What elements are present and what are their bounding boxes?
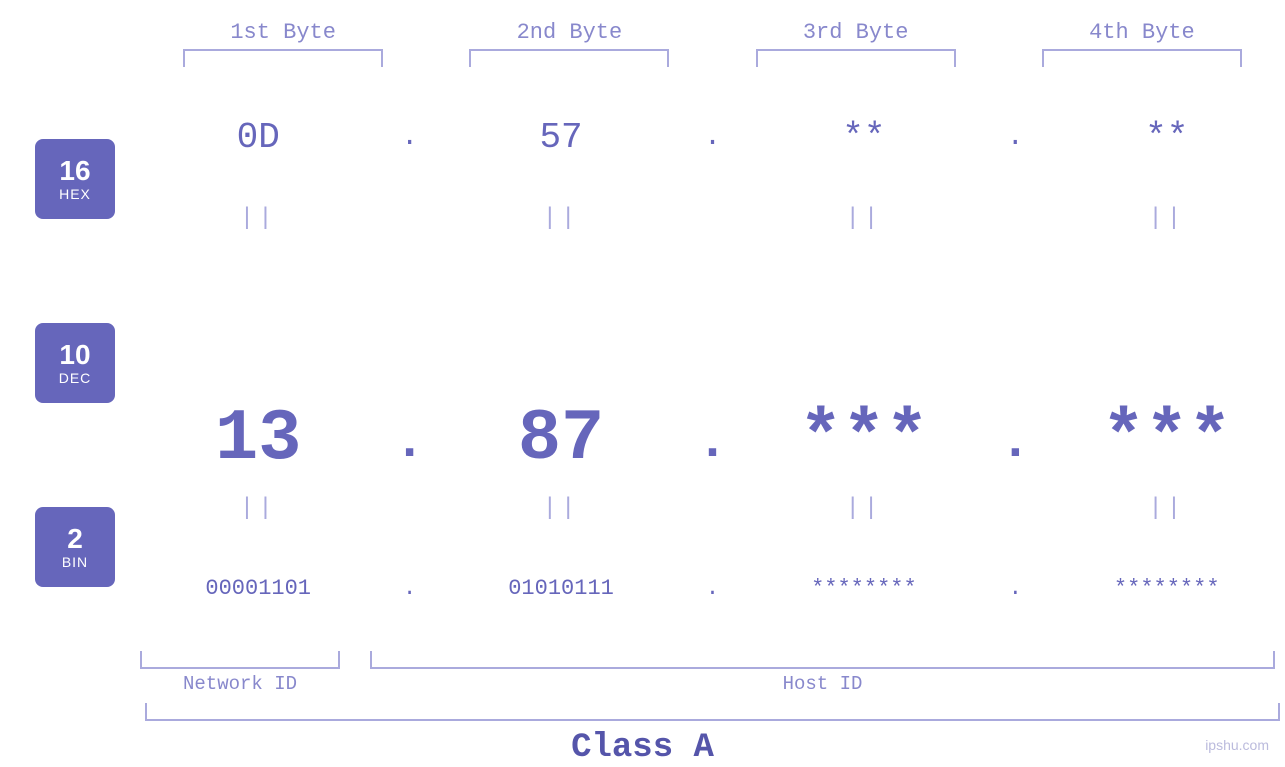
watermark: ipshu.com (1205, 737, 1269, 753)
badge-hex: 16 HEX (35, 139, 115, 219)
bin-b1: 00001101 (158, 576, 358, 601)
main-content: 16 HEX 10 DEC 2 BIN 0D . 57 . ** . ** (0, 77, 1285, 649)
bottom-brackets-row (0, 651, 1285, 669)
dot-hex-3: . (1000, 122, 1030, 153)
eq-1-b4: || (1067, 205, 1267, 232)
dec-row: 13 . 87 . *** . *** (140, 238, 1285, 488)
dot-bin-1: . (395, 576, 425, 601)
bracket-b1 (183, 49, 383, 67)
badge-dec-number: 10 (59, 340, 90, 371)
bin-b2: 01010111 (461, 576, 661, 601)
eq-2-b2: || (461, 495, 661, 522)
badge-hex-number: 16 (59, 156, 90, 187)
dot-hex-2: . (697, 122, 727, 153)
dec-b3: *** (764, 398, 964, 480)
badge-dec-label: DEC (59, 370, 92, 386)
eq-2-b3: || (764, 495, 964, 522)
bracket-network-id (140, 651, 340, 669)
eq-1-b2: || (461, 205, 661, 232)
eq-1-b1: || (158, 205, 358, 232)
badge-bin-number: 2 (67, 524, 83, 555)
dec-b1: 13 (158, 398, 358, 480)
host-id-label: Host ID (370, 673, 1275, 695)
class-label: Class A (0, 729, 1285, 767)
network-id-label: Network ID (140, 673, 340, 695)
dec-b2: 87 (461, 398, 661, 480)
byte4-header: 4th Byte (1022, 20, 1262, 45)
badge-hex-label: HEX (59, 186, 91, 202)
bracket-host-id (370, 651, 1275, 669)
bytes-area: 0D . 57 . ** . ** || || || || 13 (140, 77, 1285, 649)
large-bottom-bracket (145, 703, 1280, 721)
dec-b4: *** (1067, 398, 1267, 480)
byte3-header: 3rd Byte (736, 20, 976, 45)
eq-row-2: || || || || (140, 488, 1285, 528)
bracket-b3 (756, 49, 956, 67)
badge-dec: 10 DEC (35, 323, 115, 403)
eq-2-b4: || (1067, 495, 1267, 522)
byte1-header: 1st Byte (163, 20, 403, 45)
badge-bin: 2 BIN (35, 507, 115, 587)
dot-dec-1: . (395, 413, 425, 480)
top-brackets (0, 49, 1285, 67)
badge-bin-label: BIN (62, 554, 88, 570)
bracket-b2 (469, 49, 669, 67)
hex-row: 0D . 57 . ** . ** (140, 77, 1285, 198)
byte2-header: 2nd Byte (449, 20, 689, 45)
page: 1st Byte 2nd Byte 3rd Byte 4th Byte 16 H… (0, 0, 1285, 767)
hex-b3: ** (764, 117, 964, 158)
byte-headers: 1st Byte 2nd Byte 3rd Byte 4th Byte (0, 0, 1285, 45)
hex-b1: 0D (158, 117, 358, 158)
id-labels-row: Network ID Host ID (0, 673, 1285, 695)
bin-row: 00001101 . 01010111 . ******** . *******… (140, 528, 1285, 649)
dot-bin-2: . (697, 576, 727, 601)
hex-b4: ** (1067, 117, 1267, 158)
bin-b3: ******** (764, 576, 964, 601)
dot-dec-3: . (1000, 413, 1030, 480)
eq-row-1: || || || || (140, 198, 1285, 238)
hex-b2: 57 (461, 117, 661, 158)
bin-b4: ******** (1067, 576, 1267, 601)
badges-col: 16 HEX 10 DEC 2 BIN (10, 77, 140, 649)
eq-2-b1: || (158, 495, 358, 522)
dot-bin-3: . (1000, 576, 1030, 601)
dot-dec-2: . (697, 413, 727, 480)
eq-1-b3: || (764, 205, 964, 232)
bracket-b4 (1042, 49, 1242, 67)
dot-hex-1: . (395, 122, 425, 153)
